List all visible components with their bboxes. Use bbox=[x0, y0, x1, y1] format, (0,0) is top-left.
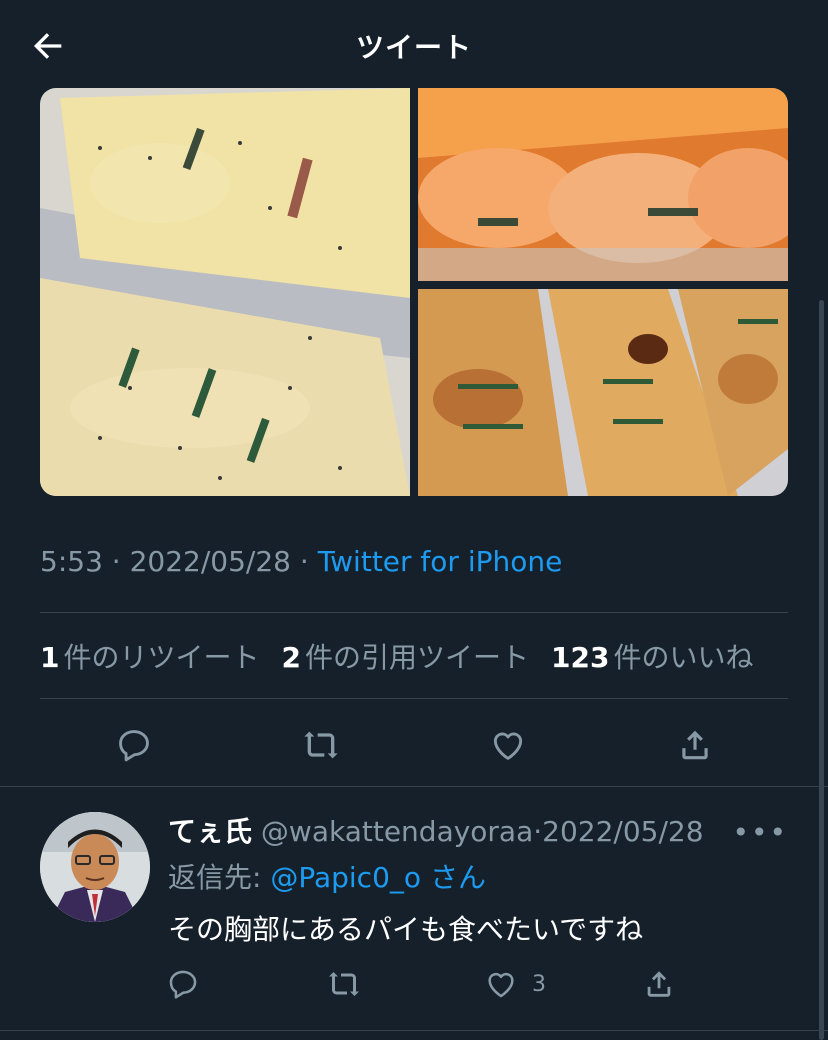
page-title: ツイート bbox=[355, 31, 472, 64]
avatar[interactable] bbox=[40, 812, 150, 922]
reply-to-suffix: さん bbox=[429, 861, 486, 894]
retweet-icon bbox=[303, 731, 338, 759]
reply-icon bbox=[169, 970, 197, 999]
reply-user-name[interactable]: てぇ氏 bbox=[168, 815, 252, 848]
reply-like-count: 3 bbox=[532, 971, 546, 997]
share-button[interactable] bbox=[667, 718, 723, 772]
retweet-icon bbox=[329, 972, 359, 996]
divider bbox=[0, 786, 828, 787]
photo-pastry-raw[interactable] bbox=[40, 88, 410, 496]
reply-actions: 3 bbox=[166, 964, 686, 1004]
reply-to-line: 返信先: @Papic0_o さん bbox=[168, 856, 486, 896]
top-bar: ツイート bbox=[0, 0, 828, 88]
likes-label: 件のいいね bbox=[613, 641, 754, 674]
meta-separator: · bbox=[533, 815, 543, 848]
retweets-count: 1 bbox=[40, 641, 60, 674]
reply-to-prefix: 返信先: bbox=[168, 861, 271, 894]
reply-like-button[interactable]: 3 bbox=[484, 964, 546, 1004]
heart-icon bbox=[493, 732, 522, 760]
reply-header: てぇ氏 @wakattendayoraa·2022/05/28 bbox=[168, 810, 704, 850]
quotes-stat[interactable]: 2 件の引用ツイート bbox=[282, 636, 530, 676]
heart-icon bbox=[488, 972, 514, 998]
reply-text: その胸部にあるパイも食べたいですね bbox=[168, 913, 644, 946]
quotes-count: 2 bbox=[281, 641, 301, 674]
like-button[interactable] bbox=[480, 718, 536, 772]
reply-share-button[interactable] bbox=[642, 964, 676, 1004]
reply-reply-button[interactable] bbox=[166, 964, 200, 1004]
reply-user-handle[interactable]: @wakattendayoraa bbox=[261, 815, 533, 848]
reply-to-mention[interactable]: @Papic0_o bbox=[270, 861, 421, 894]
meta-separator: · bbox=[102, 545, 130, 578]
reply-retweet-button[interactable] bbox=[326, 964, 362, 1004]
reply-button[interactable] bbox=[106, 718, 162, 772]
retweets-label: 件のリツイート bbox=[63, 641, 260, 674]
quotes-label: 件の引用ツイート bbox=[304, 641, 529, 674]
share-icon bbox=[647, 971, 671, 997]
tweet-source-link[interactable]: Twitter for iPhone bbox=[318, 545, 563, 578]
divider bbox=[40, 612, 788, 613]
tweet-media-grid bbox=[40, 88, 788, 496]
tweet-date: 2022/05/28 bbox=[129, 545, 291, 578]
divider bbox=[0, 1030, 828, 1031]
reply-icon bbox=[118, 730, 149, 762]
photo-pastry-oven[interactable] bbox=[418, 88, 788, 281]
photo-pastry-baked[interactable] bbox=[418, 289, 788, 496]
meta-separator: · bbox=[290, 545, 318, 578]
tweet-meta: 5:53 · 2022/05/28 · Twitter for iPhone bbox=[40, 545, 562, 578]
likes-stat[interactable]: 123 件のいいね bbox=[551, 636, 753, 676]
tweet-time: 5:53 bbox=[40, 545, 103, 578]
reply-tweet[interactable]: てぇ氏 @wakattendayoraa·2022/05/28 ••• 返信先:… bbox=[0, 788, 828, 1032]
more-options-button[interactable]: ••• bbox=[732, 816, 788, 849]
tweet-stats: 1 件のリツイート 2 件の引用ツイート 123 件のいいね bbox=[40, 636, 753, 676]
retweet-button[interactable] bbox=[293, 718, 349, 772]
likes-count: 123 bbox=[551, 641, 610, 674]
retweets-stat[interactable]: 1 件のリツイート bbox=[40, 636, 260, 676]
reply-date: 2022/05/28 bbox=[542, 815, 704, 848]
divider bbox=[40, 698, 788, 699]
tweet-actions bbox=[40, 718, 788, 772]
share-icon bbox=[681, 730, 708, 760]
